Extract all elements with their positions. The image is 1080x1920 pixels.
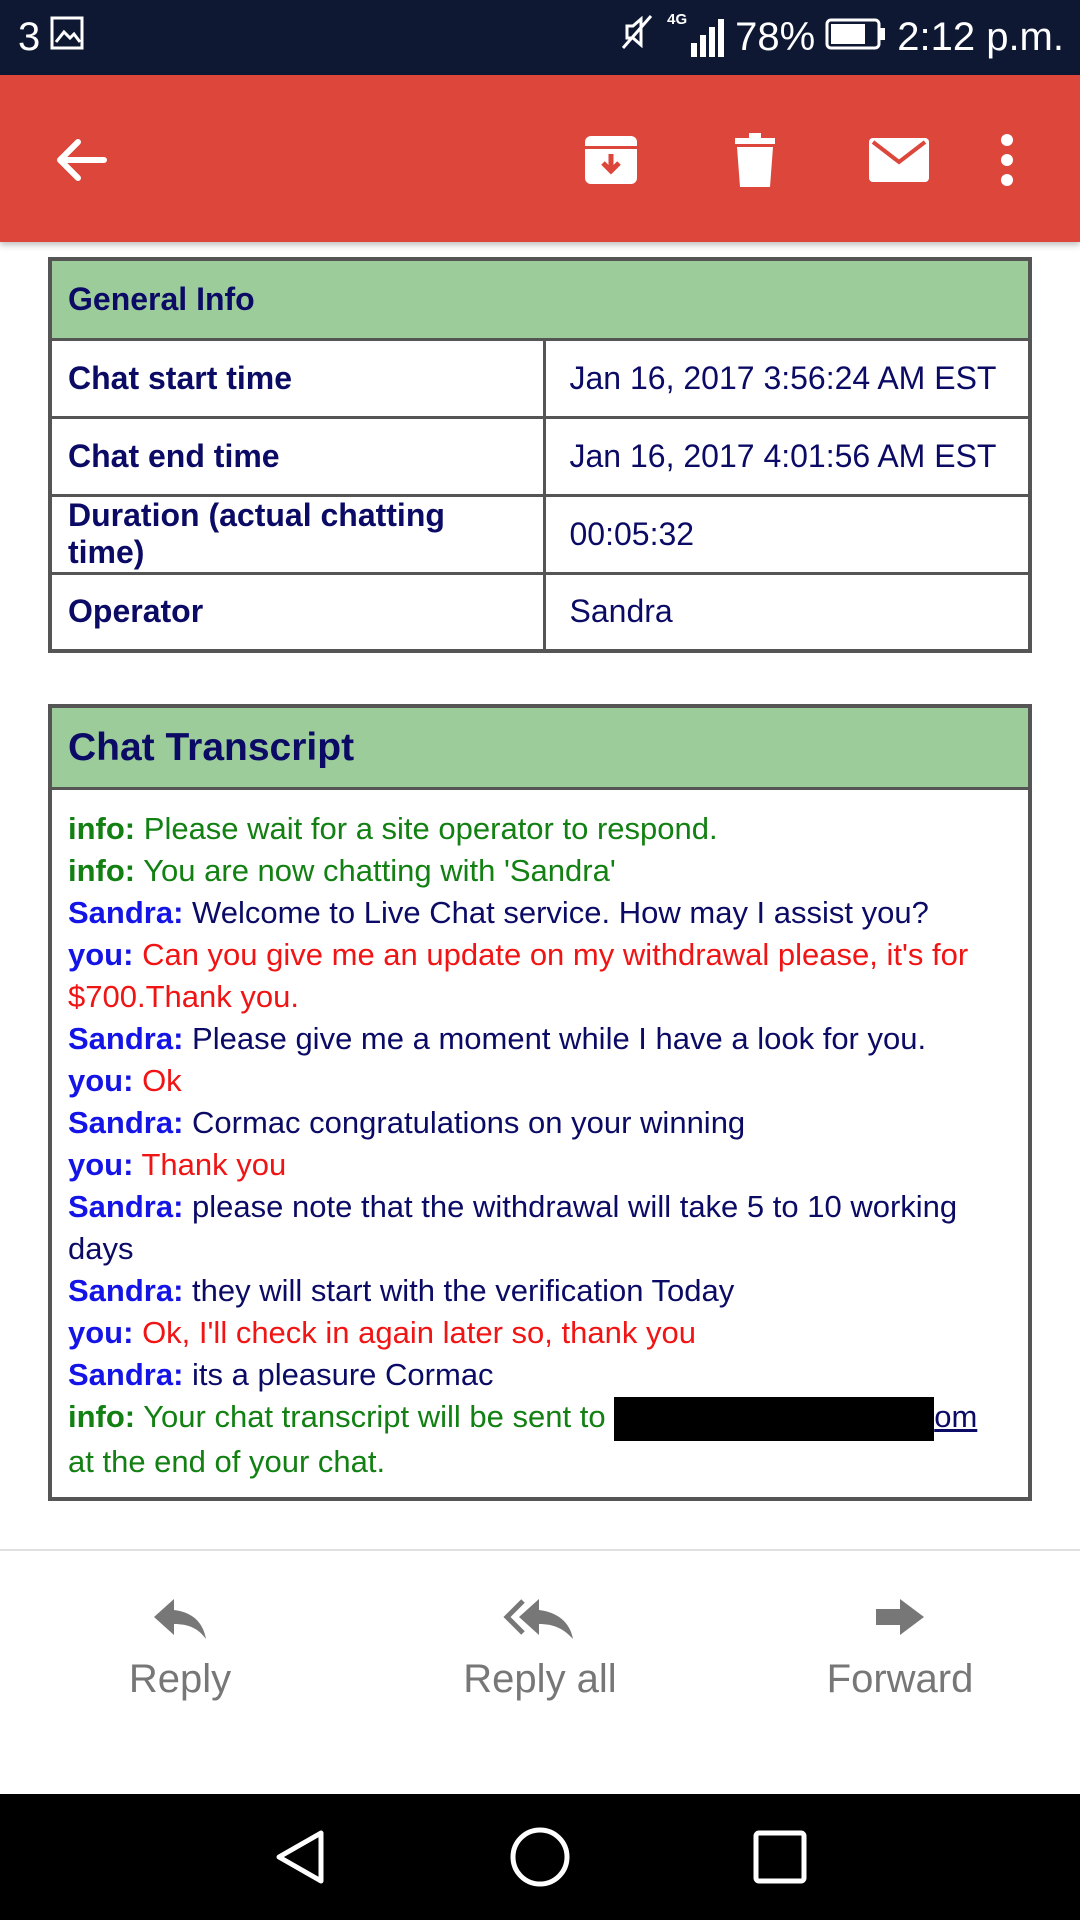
message-speaker: you: [68, 1147, 134, 1182]
forward-icon [876, 1599, 924, 1635]
chat-message: Sandra: its a pleasure Cormac [68, 1354, 1012, 1396]
recents-nav-icon[interactable] [747, 1824, 813, 1890]
battery-percent: 78% [735, 14, 816, 59]
message-speaker: info: [68, 1399, 136, 1434]
signal-icon: 4G [667, 11, 725, 59]
forward-button[interactable]: Forward [750, 1595, 1050, 1702]
email-actions: Reply Reply all Forward [0, 1551, 1080, 1794]
status-right: 4G 78% 2:12 p.m. [617, 11, 1064, 62]
chat-transcript-box: Chat Transcript info: Please wait for a … [48, 704, 1032, 1501]
status-left: 3 [18, 12, 84, 62]
table-row: Duration (actual chatting time) 00:05:32 [48, 493, 1032, 575]
archive-icon[interactable] [574, 123, 648, 197]
message-text: Ok, I'll check in again later so, thank … [142, 1315, 696, 1350]
row-label: Operator [48, 571, 546, 653]
message-speaker: Sandra: [68, 1273, 184, 1308]
message-text: Please wait for a site operator to respo… [143, 811, 718, 846]
reply-all-button[interactable]: Reply all [390, 1595, 690, 1702]
row-label: Duration (actual chatting time) [48, 493, 546, 575]
reply-all-label: Reply all [463, 1657, 617, 1701]
chat-message: Sandra: they will start with the verific… [68, 1270, 1012, 1312]
row-value: 00:05:32 [542, 493, 1032, 575]
home-nav-icon[interactable] [507, 1824, 573, 1890]
message-speaker: Sandra: [68, 1105, 184, 1140]
general-info-title: General Info [48, 257, 1032, 341]
row-label: Chat start time [48, 337, 546, 419]
table-row: Chat start time Jan 16, 2017 3:56:24 AM … [48, 337, 1032, 419]
chat-transcript-body: info: Please wait for a site operator to… [52, 790, 1028, 1497]
email-link[interactable]: om [934, 1399, 977, 1434]
message-text: Can you give me an update on my withdraw… [68, 937, 969, 1014]
message-text: please note that the withdrawal will tak… [68, 1189, 958, 1266]
mute-icon [617, 12, 657, 62]
chat-message: you: Thank you [68, 1144, 1012, 1186]
message-text: its a pleasure Cormac [192, 1357, 494, 1392]
chat-message: info: Please wait for a site operator to… [68, 808, 1012, 850]
chat-message: you: Ok, I'll check in again later so, t… [68, 1312, 1012, 1354]
chat-transcript-title: Chat Transcript [52, 708, 1028, 790]
back-nav-icon[interactable] [267, 1824, 333, 1890]
redacted-email [614, 1396, 935, 1441]
back-arrow-icon[interactable] [45, 123, 119, 197]
message-speaker: Sandra: [68, 1189, 184, 1224]
row-value: Sandra [542, 571, 1032, 653]
row-value: Jan 16, 2017 4:01:56 AM EST [542, 415, 1032, 497]
message-text: Please give me a moment while I have a l… [192, 1021, 927, 1056]
message-speaker: Sandra: [68, 1357, 184, 1392]
table-row: Operator Sandra [48, 571, 1032, 653]
message-speaker: info: [68, 811, 136, 846]
message-text: Welcome to Live Chat service. How may I … [192, 895, 929, 930]
chat-message: info: You are now chatting with 'Sandra' [68, 850, 1012, 892]
more-vert-icon[interactable] [970, 123, 1044, 197]
message-text: at the end of your chat. [68, 1443, 386, 1479]
email-body: General Info Chat start time Jan 16, 201… [0, 242, 1080, 1549]
reply-icon [154, 1599, 206, 1639]
message-speaker: you: [68, 1063, 134, 1098]
chat-message: you: Can you give me an update on my wit… [68, 934, 1012, 1018]
chat-message: Sandra: Welcome to Live Chat service. Ho… [68, 892, 1012, 934]
message-text: they will start with the verification To… [192, 1273, 735, 1308]
chat-message: Sandra: Please give me a moment while I … [68, 1018, 1012, 1060]
general-info-table: General Info Chat start time Jan 16, 201… [48, 257, 1032, 653]
reply-label: Reply [128, 1657, 232, 1701]
delete-icon[interactable] [718, 123, 792, 197]
message-text: Your chat transcript will be sent to [143, 1399, 606, 1434]
table-row: Chat end time Jan 16, 2017 4:01:56 AM ES… [48, 415, 1032, 497]
status-bar: 3 4G 78% 2:12 p.m. [0, 0, 1080, 75]
notification-count: 3 [18, 14, 41, 59]
mail-icon[interactable] [862, 123, 936, 197]
battery-icon [825, 15, 887, 60]
message-speaker: you: [68, 1315, 134, 1350]
forward-label: Forward [826, 1657, 974, 1701]
message-text: Ok [142, 1063, 182, 1098]
message-speaker: Sandra: [68, 1021, 184, 1056]
message-text: You are now chatting with 'Sandra' [143, 853, 616, 888]
app-bar [0, 75, 1080, 242]
chat-message: Sandra: Cormac congratulations on your w… [68, 1102, 1012, 1144]
reply-button[interactable]: Reply [30, 1595, 330, 1702]
image-notification-icon [50, 15, 84, 60]
clock: 2:12 p.m. [897, 14, 1064, 59]
message-speaker: info: [68, 853, 136, 888]
chat-message: Sandra: please note that the withdrawal … [68, 1186, 1012, 1270]
message-text: Cormac congratulations on your winning [192, 1105, 746, 1140]
chat-message: info: Your chat transcript will be sent … [68, 1396, 1012, 1441]
row-value: Jan 16, 2017 3:56:24 AM EST [542, 337, 1032, 419]
message-text: Thank you [141, 1147, 287, 1182]
reply-all-icon [503, 1599, 573, 1639]
message-speaker: you: [68, 937, 134, 972]
navigation-bar [0, 1794, 1080, 1920]
row-label: Chat end time [48, 415, 546, 497]
chat-message: you: Ok [68, 1060, 1012, 1102]
message-speaker: Sandra: [68, 895, 184, 930]
